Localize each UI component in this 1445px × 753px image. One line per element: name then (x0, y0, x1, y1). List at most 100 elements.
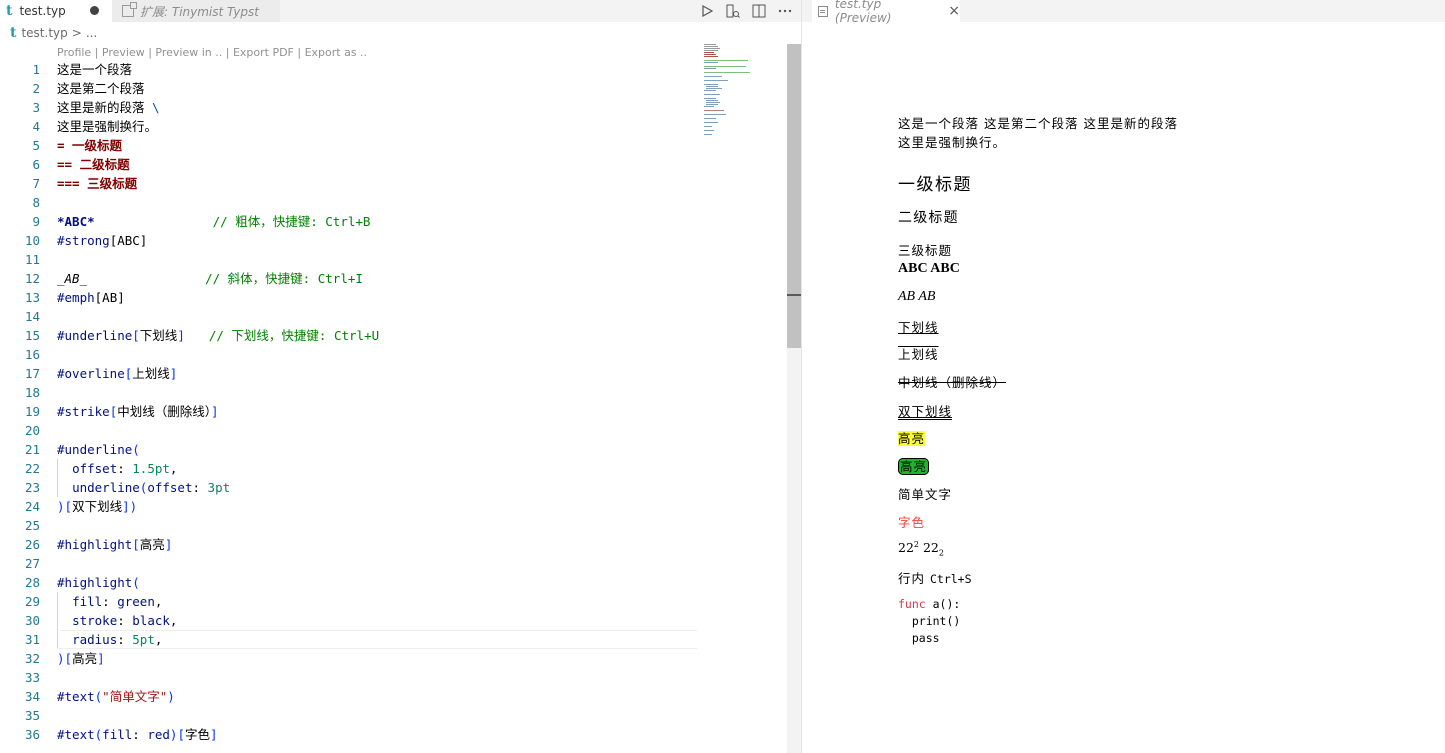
code-line-2: 这是第二个段落 (57, 81, 145, 96)
editor-actions (699, 0, 793, 22)
line-number: 21 (24, 442, 40, 457)
code-line-36: #text(fill: red)[字色] (57, 727, 218, 742)
line-number: 32 (24, 651, 40, 666)
typst-t-icon: t (10, 25, 17, 41)
breadcrumb-file[interactable]: test.typ (21, 26, 67, 40)
extension-icon (122, 2, 137, 17)
tab-label: test.typ (Preview) (834, 0, 892, 25)
line-number: 33 (24, 670, 40, 685)
code-line-31-current: radius: 5pt, (57, 630, 697, 649)
code-line-6: == 二级标题 (57, 157, 130, 172)
code-line-24: )[双下划线]) (57, 499, 138, 514)
minimap[interactable] (704, 44, 784, 144)
line-number: 10 (24, 233, 40, 248)
line-number: 20 (24, 423, 40, 438)
line-number: 29 (24, 594, 40, 609)
tab-preview[interactable]: test.typ (Preview) × (812, 0, 960, 25)
vscode-window: t test.typ 扩展: Tinymist Typst t test.typ… (0, 0, 1445, 753)
code-line-7: === 三级标题 (57, 176, 138, 191)
preview-highlight-text: 高亮 (898, 431, 926, 446)
preview-heading-1: 一级标题 (898, 175, 972, 195)
preview-overline-text: 上划线 (898, 347, 939, 362)
code-area[interactable]: 这是一个段落 这是第二个段落 这里是新的段落 \ 这里是强制换行。 = 一级标题… (57, 60, 697, 744)
typst-t-icon: t (6, 3, 13, 19)
preview-icon[interactable] (725, 3, 741, 19)
preview-group: test.typ (Preview) × 这是一个段落 这是第二个段落 这里是新… (802, 0, 1445, 753)
preview-paragraph-2: 这里是强制换行。 (898, 135, 1007, 150)
code-line-1: 这是一个段落 (57, 62, 133, 77)
preview-tab-bar: test.typ (Preview) × (802, 0, 1445, 25)
code-line-3: 这里是新的段落 \ (57, 100, 160, 115)
line-number: 27 (24, 556, 40, 571)
code-line-22: offset: 1.5pt, (72, 461, 178, 476)
line-number: 11 (24, 252, 40, 267)
unsaved-dot-icon[interactable] (90, 6, 99, 15)
tab-test-typ[interactable]: t test.typ (0, 0, 112, 22)
document-icon (818, 5, 828, 17)
code-line-21: #underline( (57, 442, 140, 457)
code-line-32: )[高亮] (57, 651, 105, 666)
tab-label: 扩展: Tinymist Typst (140, 4, 259, 19)
line-number: 26 (24, 537, 40, 552)
editor-group: t test.typ 扩展: Tinymist Typst t test.typ… (0, 0, 801, 753)
line-number: 17 (24, 366, 40, 381)
line-number: 18 (24, 385, 40, 400)
scrollbar-thumb[interactable] (787, 44, 801, 348)
line-number: 2 (32, 81, 40, 96)
code-line-10: #strong[ABC] (57, 233, 148, 248)
line-number: 30 (24, 613, 40, 628)
tab-extension-tinymist[interactable]: 扩展: Tinymist Typst (112, 0, 280, 22)
line-numbers: 1 2 3 4 5 6 7 8 9 10 11 12 13 14 15 16 17 18 19 20 21 22 23 24 2… (0, 60, 40, 744)
line-number: 28 (24, 575, 40, 590)
code-line-28: #highlight( (57, 575, 140, 590)
preview-strike-text: 中划线（删除线） (898, 375, 1007, 390)
breadcrumb-chevron-icon: > (71, 26, 82, 40)
preview-simple-text: 简单文字 (898, 487, 953, 502)
run-icon[interactable] (699, 3, 715, 19)
code-line-4: 这里是强制换行。 (57, 119, 158, 134)
line-number: 9 (32, 214, 40, 229)
more-actions-icon[interactable] (777, 3, 793, 19)
vertical-scrollbar[interactable] (787, 44, 801, 753)
preview-inline-code-line: 行内 Ctrl+S (898, 571, 972, 586)
line-number: 12 (24, 271, 40, 286)
preview-sup-sub-text: 222 222 (898, 540, 944, 558)
cursor-position-marker (787, 294, 801, 296)
codelens-actions[interactable]: Profile | Preview | Preview in .. | Expo… (57, 46, 367, 59)
line-number: 6 (32, 157, 40, 172)
line-number: 23 (24, 480, 40, 495)
preview-bold-text: ABC ABC (898, 261, 960, 276)
breadcrumb: t test.typ > ... (0, 22, 801, 44)
line-number: 14 (24, 309, 40, 324)
line-number: 4 (32, 119, 40, 134)
breadcrumb-rest[interactable]: ... (86, 26, 97, 40)
code-line-19: #strike[中划线（删除线）] (57, 404, 219, 419)
line-number: 8 (32, 195, 40, 210)
split-editor-icon[interactable] (751, 3, 767, 19)
code-line-26: #highlight[高亮] (57, 537, 173, 552)
close-icon[interactable]: × (948, 3, 960, 19)
line-number: 36 (24, 727, 40, 742)
code-line-30: stroke: black, (72, 613, 178, 628)
line-number: 5 (32, 138, 40, 153)
line-number: 31 (24, 632, 40, 647)
line-number: 13 (24, 290, 40, 305)
preview-double-underline-text: 双下划线 (898, 404, 953, 419)
code-line-13: #emph[AB] (57, 290, 125, 305)
preview-underline-text: 下划线 (898, 320, 939, 335)
preview-code-block: func a(): print() pass (898, 597, 961, 645)
code-line-15: #underline[下划线]// 下划线，快捷键: Ctrl+U (57, 328, 380, 343)
line-number: 7 (32, 176, 40, 191)
preview-italic-text: AB AB (898, 289, 936, 304)
preview-heading-2: 二级标题 (898, 210, 959, 226)
line-number: 34 (24, 689, 40, 704)
preview-paragraph-1: 这是一个段落 这是第二个段落 这里是新的段落 (898, 116, 1178, 131)
